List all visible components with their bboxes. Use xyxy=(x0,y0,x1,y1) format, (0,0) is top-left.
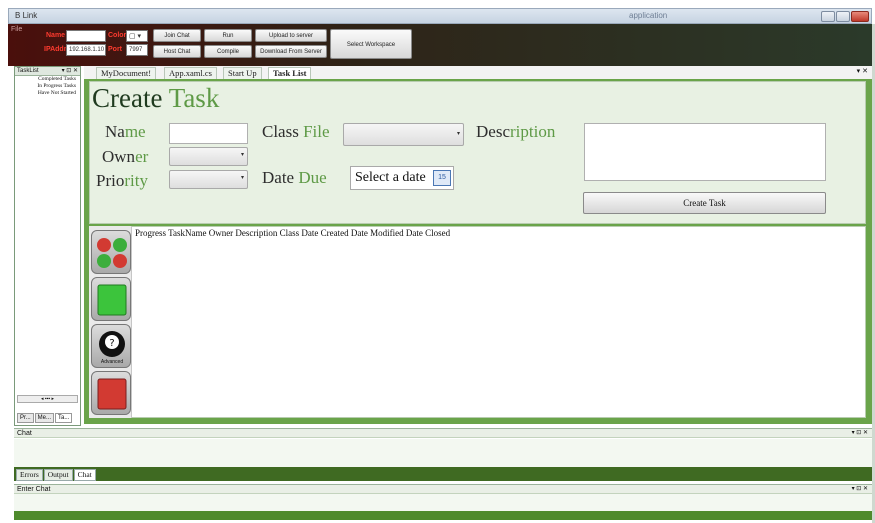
tab-chat[interactable]: Chat xyxy=(73,469,96,481)
enter-chat-controls[interactable]: ▾ ⊡ ✕ xyxy=(852,485,868,494)
name-input[interactable] xyxy=(66,30,106,42)
priority-field-label: Priority xyxy=(96,171,148,190)
file-menu[interactable]: File xyxy=(11,26,22,33)
priority-select[interactable]: ▾ xyxy=(169,170,248,189)
window-title-bar: B Link application xyxy=(8,8,872,24)
advanced-label: Advanced xyxy=(100,359,124,365)
bottom-tab-bar xyxy=(14,467,872,481)
status-strip xyxy=(14,511,872,520)
tab-members[interactable]: Me... xyxy=(34,413,55,423)
enter-chat-header: Enter Chat ▾ ⊡ ✕ xyxy=(14,484,872,494)
description-input[interactable] xyxy=(584,123,826,181)
run-button[interactable]: Run xyxy=(204,29,252,42)
join-chat-button[interactable]: Join Chat xyxy=(153,29,201,42)
all-tasks-icon[interactable] xyxy=(91,230,131,274)
advanced-icon[interactable]: ? Advanced xyxy=(91,324,131,368)
owner-field-label: Owner xyxy=(102,147,149,166)
tasklist-panel: TaskList ▾ ⊡ ✕ Completed Tasks In Progre… xyxy=(14,66,81,426)
classfile-field-label: Class File xyxy=(262,122,330,141)
name-input[interactable] xyxy=(169,123,248,144)
svg-text:?: ? xyxy=(109,338,114,349)
window-title: B Link xyxy=(15,11,38,20)
tree-item[interactable]: In Progress Tasks xyxy=(19,83,76,90)
datedue-field-label: Date Due xyxy=(262,168,327,187)
window-right-title: application xyxy=(629,11,668,20)
bottom-tabs: Errors Output Chat xyxy=(16,469,97,481)
owner-select[interactable]: ▾ xyxy=(169,147,248,166)
host-chat-button[interactable]: Host Chat xyxy=(153,45,201,58)
task-grid xyxy=(89,226,866,418)
completed-tasks-icon[interactable] xyxy=(91,277,131,321)
tab-mydocument[interactable]: MyDocument! xyxy=(96,67,157,79)
chevron-down-icon: ▾ xyxy=(240,152,244,158)
tree-item[interactable]: Completed Tasks xyxy=(19,76,76,83)
tasklist-controls[interactable]: ▾ ⊡ ✕ xyxy=(62,67,78,75)
compile-button[interactable]: Compile xyxy=(204,45,252,58)
name-field-label: Name xyxy=(105,122,146,141)
tab-task-list[interactable]: Task List xyxy=(268,67,312,79)
color-label: Color xyxy=(108,32,127,39)
port-label: Port xyxy=(108,46,122,53)
minimize-button[interactable] xyxy=(821,11,835,22)
color-select[interactable]: ▢ ▾ xyxy=(126,30,148,42)
tab-start-up[interactable]: Start Up xyxy=(223,67,262,79)
classfile-select[interactable]: ▾ xyxy=(343,123,464,146)
port-input[interactable]: 7997 xyxy=(126,44,148,56)
download-button[interactable]: Download From Server xyxy=(255,45,327,58)
tab-properties[interactable]: Pr... xyxy=(17,413,34,423)
tab-tasks[interactable]: Ta... xyxy=(55,413,73,423)
upload-button[interactable]: Upload to server xyxy=(255,29,327,42)
close-button[interactable] xyxy=(851,11,869,22)
select-workspace-button[interactable]: Select Workspace xyxy=(330,29,412,59)
chevron-down-icon: ▾ xyxy=(456,131,460,137)
page-title: Create Task xyxy=(92,83,220,113)
doctabs-controls[interactable]: ▾ ✕ xyxy=(857,67,868,75)
grid-column-headers: Progress TaskName Owner Description Clas… xyxy=(135,228,451,238)
tasklist-bottom-tabs: Pr... Me... Ta... xyxy=(17,411,78,423)
calendar-icon[interactable]: 15 xyxy=(433,170,451,186)
horizontal-scrollbar[interactable]: ◂ ▪▪▪ ▸ xyxy=(17,395,78,403)
name-label: Name xyxy=(46,32,66,39)
chevron-down-icon: ▾ xyxy=(240,175,244,181)
tree-item[interactable]: Have Not Started xyxy=(19,90,76,97)
description-field-label: Description xyxy=(476,122,556,141)
tasklist-tree: Completed Tasks In Progress Tasks Have N… xyxy=(15,76,80,97)
ipaddr-input[interactable]: 192.168.1.10 xyxy=(66,44,106,56)
top-toolbar: File Name Color ▢ ▾ IPAddr 192.168.1.10 … xyxy=(8,24,872,66)
not-started-tasks-icon[interactable] xyxy=(91,371,131,415)
create-task-button[interactable]: Create Task xyxy=(583,192,826,214)
maximize-button[interactable] xyxy=(836,11,850,22)
chat-panel-header: Chat ▾ ⊡ ✕ xyxy=(14,428,872,438)
enter-chat-input[interactable] xyxy=(14,494,872,511)
tab-app-xaml[interactable]: App.xaml.cs xyxy=(164,67,217,79)
tasklist-header: TaskList ▾ ⊡ ✕ xyxy=(15,67,80,76)
document-tabs: MyDocument! App.xaml.cs Start Up Task Li… xyxy=(84,66,872,79)
tab-output[interactable]: Output xyxy=(43,469,73,481)
chat-controls[interactable]: ▾ ⊡ ✕ xyxy=(852,429,868,438)
ipaddr-label: IPAddr xyxy=(44,46,67,53)
tab-errors[interactable]: Errors xyxy=(16,469,43,481)
chat-body xyxy=(14,439,872,467)
